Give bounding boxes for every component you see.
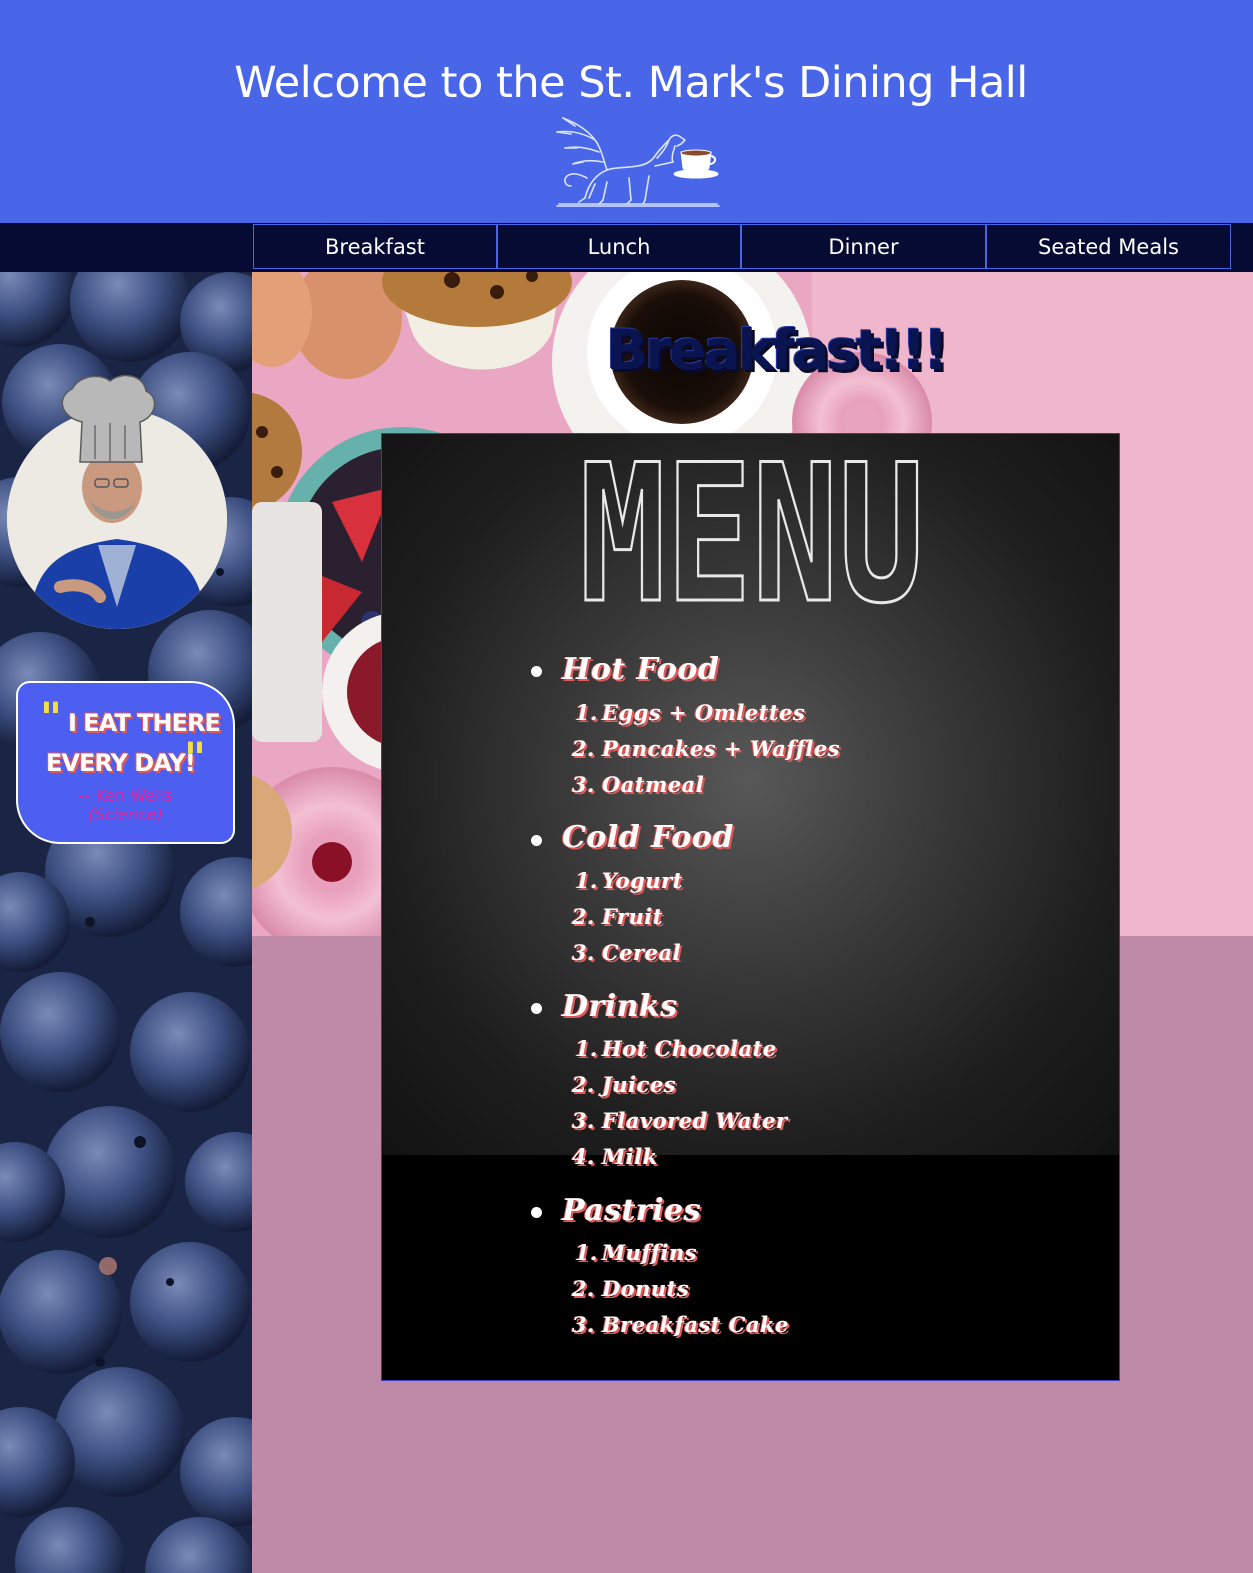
close-quote-icon: ": [184, 733, 206, 782]
site-title: Welcome to the St. Mark's Dining Hall: [234, 58, 1028, 108]
category-bullet: [531, 1207, 542, 1218]
menu-board: MENU Hot Food 1. Eggs + Omlettes 2. Panc…: [381, 433, 1120, 1381]
menu-item-number: 2.: [572, 1072, 595, 1097]
category-drinks: Drinks: [562, 989, 678, 1024]
chef-portrait-avatar: [0, 367, 252, 637]
page-heading: Breakfast!!!: [606, 318, 948, 382]
site-header: Welcome to the St. Mark's Dining Hall: [0, 0, 1253, 223]
quote-author: -- Ken Wells: [78, 786, 173, 805]
menu-item: Flavored Water: [602, 1108, 788, 1133]
menu-item: Juices: [602, 1072, 677, 1097]
category-hot-food: Hot Food: [562, 652, 720, 687]
menu-item: Breakfast Cake: [602, 1312, 790, 1337]
menu-item-number: 3.: [572, 1312, 595, 1337]
menu-item-number: 3.: [572, 1108, 595, 1133]
nav-seated-meals[interactable]: Seated Meals: [986, 224, 1231, 269]
menu-item: Cereal: [602, 940, 682, 965]
menu-item: Fruit: [602, 904, 664, 929]
griffin-logo-icon: [545, 112, 725, 212]
open-quote-icon: ": [40, 693, 62, 742]
category-cold-food: Cold Food: [562, 820, 734, 855]
menu-item: Eggs + Omlettes: [602, 700, 806, 725]
menu-item-number: 2.: [572, 736, 595, 761]
menu-title: MENU: [577, 434, 927, 647]
menu-item: Pancakes + Waffles: [602, 736, 841, 761]
menu-title-text: MENU: [580, 452, 925, 607]
testimonial-quote-box: " I EAT THERE EVERY DAY! " -- Ken Wells …: [16, 681, 235, 844]
menu-item-number: 4.: [572, 1144, 595, 1169]
menu-item-number: 2.: [572, 904, 595, 929]
menu-item-number: 1.: [575, 1240, 598, 1265]
menu-item-number: 1.: [575, 1036, 598, 1061]
menu-item: Yogurt: [602, 868, 683, 893]
menu-item-number: 3.: [572, 940, 595, 965]
quote-line-2: EVERY DAY!: [46, 749, 196, 777]
category-bullet: [531, 835, 542, 846]
category-bullet: [531, 1003, 542, 1014]
quote-department: (Science): [88, 805, 163, 824]
menu-item: Oatmeal: [602, 772, 705, 797]
menu-item: Hot Chocolate: [602, 1036, 777, 1061]
menu-item-number: 2.: [572, 1276, 595, 1301]
menu-item: Milk: [602, 1144, 658, 1169]
menu-item-number: 1.: [575, 868, 598, 893]
menu-item-number: 1.: [575, 700, 598, 725]
nav-lunch[interactable]: Lunch: [497, 224, 741, 269]
main-nav: Breakfast Lunch Dinner Seated Meals: [0, 223, 1253, 272]
category-pastries: Pastries: [562, 1193, 702, 1228]
category-bullet: [531, 666, 542, 677]
menu-item: Muffins: [602, 1240, 698, 1265]
nav-breakfast[interactable]: Breakfast: [253, 224, 497, 269]
nav-dinner[interactable]: Dinner: [741, 224, 986, 269]
menu-item-number: 3.: [572, 772, 595, 797]
menu-item: Donuts: [602, 1276, 690, 1301]
sidebar: " I EAT THERE EVERY DAY! " -- Ken Wells …: [0, 272, 252, 1573]
